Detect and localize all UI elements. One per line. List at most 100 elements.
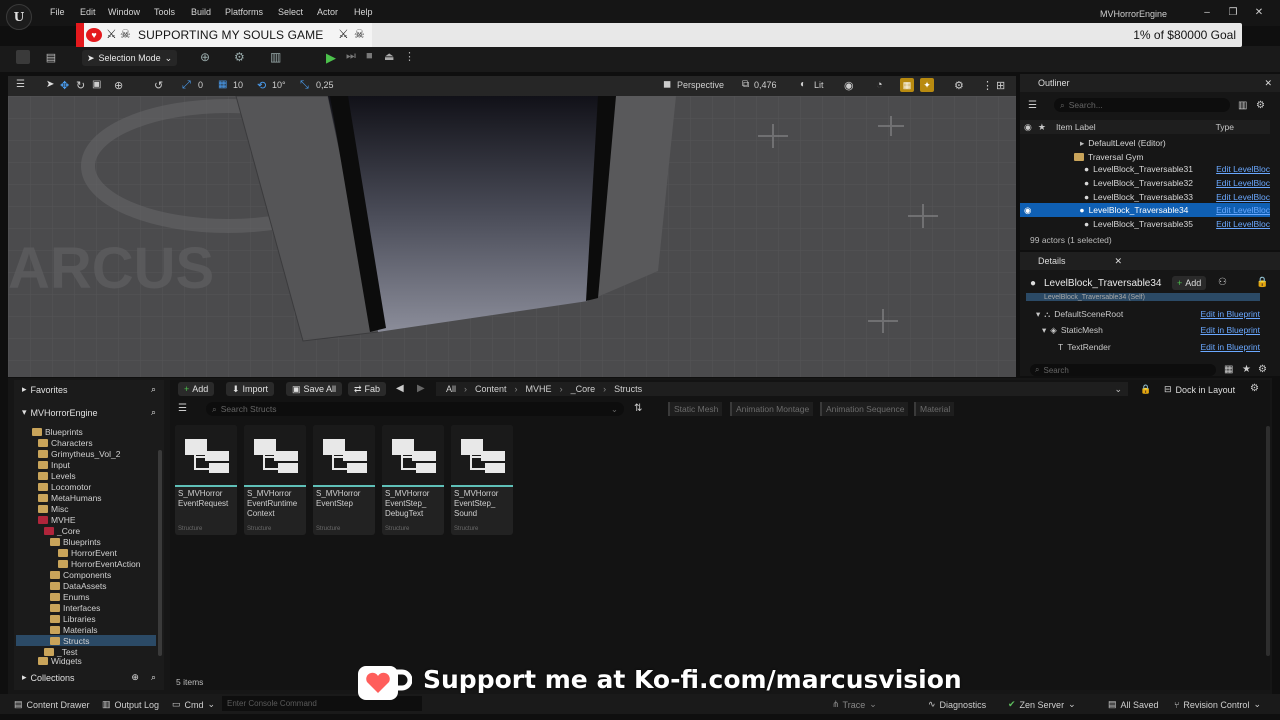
diagnostics-button[interactable]: ∿ Diagnostics	[928, 699, 986, 710]
edit-blueprint-link[interactable]: Edit LevelBloc	[1216, 205, 1270, 215]
column-type[interactable]: Type	[1216, 122, 1234, 132]
add-component-button[interactable]: + Add	[1172, 276, 1207, 290]
column-item-label[interactable]: Item Label	[1056, 122, 1096, 132]
breadcrumb-item[interactable]: _Core	[571, 384, 596, 394]
close-icon[interactable]: ✕	[1252, 6, 1266, 18]
tree-item-mvhe[interactable]: MVHE	[38, 514, 76, 525]
project-section[interactable]: ▾ MVHorrorEngine ⌕	[22, 407, 162, 418]
outliner-search-input[interactable]: ⌕ Search...	[1054, 98, 1230, 112]
add-button[interactable]: + Add	[178, 382, 215, 396]
close-icon[interactable]: ✕	[1264, 78, 1272, 89]
sort-icon[interactable]: ⇅	[634, 403, 642, 414]
tree-item-core[interactable]: _Core	[44, 525, 80, 536]
lock-icon[interactable]: 🔒	[1140, 384, 1151, 395]
output-log-button[interactable]: ▥ Output Log	[102, 699, 159, 710]
tree-item-input[interactable]: Input	[38, 459, 70, 470]
breadcrumb-item[interactable]: Content	[475, 384, 507, 394]
menu-select[interactable]: Select	[278, 7, 303, 17]
tree-item-test[interactable]: _Test	[44, 646, 77, 657]
rotation-snap[interactable]: 10°	[272, 80, 286, 90]
breadcrumb-item[interactable]: Structs	[614, 384, 642, 394]
play-icon[interactable]: ▶	[326, 50, 336, 66]
cmd-dropdown[interactable]: ▭ Cmd ⌄	[172, 699, 215, 710]
tree-item-libraries[interactable]: Libraries	[50, 613, 96, 624]
history-back-icon[interactable]: ◀	[396, 383, 404, 394]
zen-server-button[interactable]: ✔ Zen Server ⌄	[1008, 699, 1076, 710]
more-icon[interactable]: ⋮	[982, 79, 993, 92]
component-self-row[interactable]: LevelBlock_Traversable34 (Self)	[1026, 293, 1260, 301]
save-icon[interactable]	[16, 50, 30, 64]
asset-tile[interactable]: S_MVHorror EventRuntime Context Structur…	[244, 425, 306, 535]
tree-item-core-blueprints[interactable]: Blueprints	[50, 536, 101, 547]
tree-item-metahumans[interactable]: MetaHumans	[38, 492, 102, 503]
lighting-mode[interactable]: Lit	[814, 80, 824, 90]
menu-platforms[interactable]: Platforms	[225, 7, 263, 17]
menu-edit[interactable]: Edit	[80, 7, 96, 17]
snap-value[interactable]: 0	[198, 80, 203, 90]
menu-build[interactable]: Build	[191, 7, 211, 17]
table-row-selected[interactable]: ◉ ● LevelBlock_Traversable34 Edit LevelB…	[1020, 203, 1270, 217]
tree-item-enums[interactable]: Enums	[50, 591, 89, 602]
tree-item-structs[interactable]: Structs	[16, 635, 156, 646]
collections-section[interactable]: ▸ Collections ⊕ ⌕	[22, 672, 162, 683]
search-icon[interactable]: ⌕	[151, 407, 156, 418]
tree-item-interfaces[interactable]: Interfaces	[50, 602, 100, 613]
tree-item-levels[interactable]: Levels	[38, 470, 76, 481]
all-saved-status[interactable]: ▤ All Saved	[1108, 699, 1159, 710]
star-icon[interactable]: ★	[1242, 364, 1251, 375]
surface-snap-icon[interactable]: ↺	[154, 79, 163, 92]
tree-item-horroreventaction[interactable]: HorrorEventAction	[58, 558, 140, 569]
add-collection-icon[interactable]: ⊕	[131, 672, 139, 683]
table-row[interactable]: ● LevelBlock_Traversable33 Edit LevelBlo…	[1020, 190, 1270, 204]
tree-item-dataassets[interactable]: DataAssets	[50, 580, 106, 591]
performance-icon[interactable]: ◔	[876, 79, 883, 91]
import-button[interactable]: ⬇ Import	[226, 382, 275, 396]
chevron-down-icon[interactable]: ⌄	[1114, 384, 1122, 395]
grid-snap-icon[interactable]: ⤢	[182, 79, 191, 92]
asset-tile[interactable]: S_MVHorror EventStep_ DebugText Structur…	[382, 425, 444, 535]
unreal-logo-icon[interactable]: U	[6, 4, 32, 30]
edit-blueprint-link[interactable]: Edit LevelBloc	[1216, 219, 1270, 229]
tree-item-locomotor[interactable]: Locomotor	[38, 481, 91, 492]
asset-tile[interactable]: S_MVHorror EventRequest Structure	[175, 425, 237, 535]
close-icon[interactable]: ✕	[1114, 256, 1122, 267]
tree-item-components[interactable]: Components	[50, 569, 111, 580]
stop-icon[interactable]: ■	[366, 50, 373, 62]
filter-material[interactable]: Material	[914, 402, 955, 416]
edit-blueprint-link[interactable]: Edit LevelBloc	[1216, 164, 1270, 174]
more-icon[interactable]: ⋮	[404, 50, 415, 63]
tree-item-characters[interactable]: Characters	[38, 437, 93, 448]
tree-item-widgets[interactable]: Widgets	[38, 657, 82, 665]
rotate-tool-icon[interactable]: ↻	[76, 79, 85, 92]
realtime-icon[interactable]: ▦	[900, 78, 914, 92]
blueprint-options-icon[interactable]: ⚇	[1218, 277, 1227, 288]
search-icon[interactable]: ⌕	[151, 384, 156, 395]
step-icon[interactable]: ⏭	[346, 50, 356, 63]
rotation-snap-icon[interactable]: ⟲	[257, 79, 266, 92]
layout-icon[interactable]: ⊞	[996, 79, 1005, 92]
scale-tool-icon[interactable]: ▣	[92, 79, 101, 90]
tree-item-materials[interactable]: Materials	[50, 624, 97, 635]
details-search-input[interactable]: ⌕ Search	[1030, 364, 1216, 376]
edit-in-blueprint-link[interactable]: Edit in Blueprint	[1200, 325, 1260, 335]
asset-tile[interactable]: S_MVHorror EventStep_ Sound Structure	[451, 425, 513, 535]
edit-in-blueprint-link[interactable]: Edit in Blueprint	[1200, 309, 1260, 319]
menu-window[interactable]: Window	[108, 7, 140, 17]
camera-speed[interactable]: 0,476	[754, 80, 777, 90]
select-tool-icon[interactable]: ➤	[46, 79, 54, 90]
tree-item-misc[interactable]: Misc	[38, 503, 68, 514]
blueprint-icon[interactable]: ⚙	[234, 50, 245, 64]
edit-blueprint-link[interactable]: Edit LevelBloc	[1216, 178, 1270, 188]
revision-control-button[interactable]: ⑂ Revision Control ⌄	[1174, 699, 1261, 710]
content-icon[interactable]: ▤	[44, 50, 58, 64]
outliner-level-row[interactable]: ▸ DefaultLevel (Editor)	[1020, 136, 1270, 150]
filter-icon[interactable]: ☰	[1028, 100, 1037, 111]
content-drawer-button[interactable]: ▤ Content Drawer	[14, 699, 90, 710]
dock-in-layout-button[interactable]: ⊟ Dock in Layout	[1164, 384, 1235, 395]
edit-blueprint-link[interactable]: Edit LevelBloc	[1216, 192, 1270, 202]
table-view-icon[interactable]: ▦	[1224, 364, 1233, 375]
menu-tools[interactable]: Tools	[154, 7, 175, 17]
edit-in-blueprint-link[interactable]: Edit in Blueprint	[1200, 342, 1260, 352]
cinematics-icon[interactable]: ▥	[270, 50, 281, 64]
search-icon[interactable]: ⌕	[151, 672, 156, 683]
